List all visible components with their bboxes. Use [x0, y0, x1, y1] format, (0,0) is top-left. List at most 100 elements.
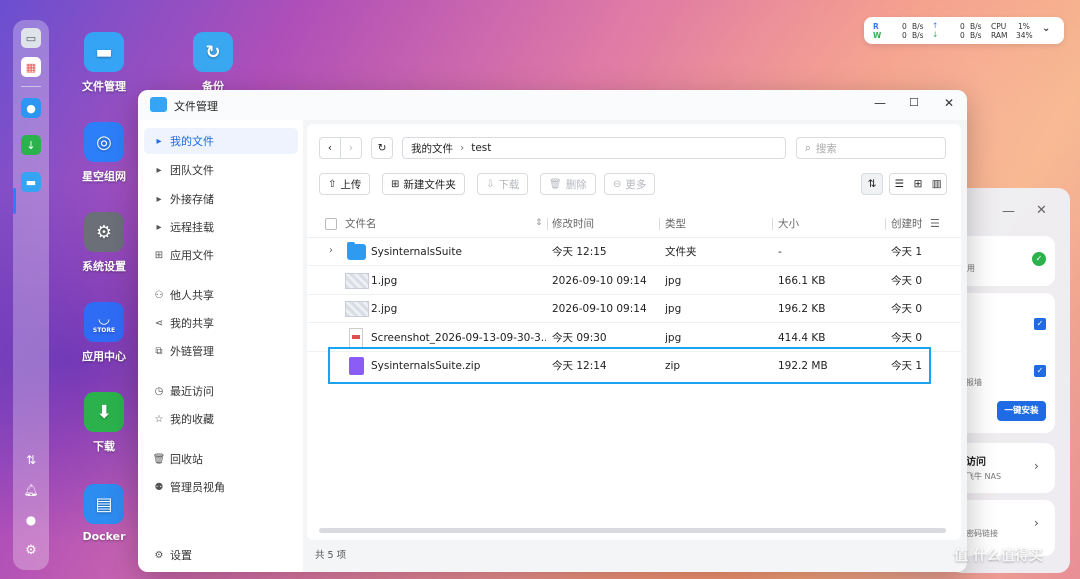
sidebar-item-my-shares[interactable]: ⋖ 我的共享	[144, 310, 298, 336]
settings-button[interactable]: ⚙ 设置	[144, 542, 298, 568]
more-button[interactable]: ⊖ 更多	[604, 173, 656, 195]
maximize-button[interactable]: ☐	[909, 96, 919, 109]
breadcrumb-item-current[interactable]: test	[471, 142, 491, 154]
highlight-box	[328, 347, 931, 384]
settings-gear-icon[interactable]: ⚙	[21, 540, 41, 560]
delete-button[interactable]: 🗑︎ 删除	[540, 173, 596, 195]
main-area: ‹ › ↻ 我的文件 › test ⌕ 搜索 ⇧ 上传 ⊞ 新建文件夹 ⇩ 下载 🗑︎…	[303, 120, 967, 572]
folder-icon	[347, 242, 366, 260]
sidebar-item-recent[interactable]: ◷ 最近访问	[144, 378, 298, 404]
column-header-type[interactable]: 类型	[665, 210, 686, 238]
breadcrumb-item-my-files[interactable]: 我的文件	[411, 141, 453, 156]
sidebar-item-label: 回收站	[170, 453, 203, 466]
image-thumbnail-icon	[345, 301, 369, 317]
desktop-icon-settings[interactable]: ⚙ 系统设置	[68, 212, 140, 274]
sidebar-item-admin-view[interactable]: ⚉ 管理员视角	[144, 474, 298, 500]
sidebar-item-remote-mount[interactable]: ▸ 远程挂载	[144, 214, 298, 240]
horizontal-scrollbar[interactable]	[319, 528, 946, 533]
minimize-icon[interactable]: —	[1002, 204, 1015, 219]
download-icon[interactable]: ↓	[21, 135, 41, 155]
close-button[interactable]: ✕	[944, 96, 954, 110]
store-icon: ◡ STORE	[84, 302, 124, 342]
bell-icon[interactable]: 🔔︎	[21, 480, 41, 500]
transfer-icon[interactable]: ⇅	[21, 450, 41, 470]
write-out-value: 0	[960, 31, 965, 40]
desktop-icon-label: 文件管理	[82, 80, 126, 93]
right-side-panel: — ✕ 用 ✓ ✓ ✓ 报墙 一键安装 访问 飞牛 NAS › 密码链接 ›	[950, 188, 1070, 573]
sort-button[interactable]: ⇅	[861, 173, 883, 195]
upload-button[interactable]: ⇧ 上传	[319, 173, 371, 195]
desktop-icon-label: 下载	[93, 440, 115, 453]
folder-icon[interactable]: ▬	[21, 172, 41, 192]
table-row[interactable]: 2.jpg 2026-09-10 09:14 jpg 196.2 KB 今天 0	[307, 295, 961, 323]
desktop-icon-file-manager[interactable]: ▬ 文件管理	[68, 32, 140, 94]
desktop-icon-download[interactable]: ⬇ 下载	[68, 392, 140, 454]
window-titlebar[interactable]: 文件管理 — ☐ ✕	[138, 90, 967, 120]
column-view-icon[interactable]: ▥	[927, 178, 946, 190]
checkbox-checked-icon[interactable]: ✓	[1034, 365, 1046, 377]
file-table: 文件名 ⇕ 修改时间 类型 大小 创建时 ☰ › SysinternalsSui…	[307, 210, 961, 410]
upload-arrow-icon: ↑	[932, 21, 939, 30]
gear-icon: ⚙	[154, 549, 164, 561]
file-size: 166.1 KB	[778, 275, 826, 287]
more-icon: ⊖	[613, 178, 622, 190]
desktop-icon-network[interactable]: ◎ 星空组网	[68, 122, 140, 184]
sidebar: ▸ 我的文件 ▸ 团队文件 ▸ 外接存储 ▸ 远程挂载 ⊞ 应用文件 ⚇ 他人共享 ⋖ 我的共…	[138, 120, 303, 572]
table-row[interactable]: 1.jpg 2026-09-10 09:14 jpg 166.1 KB 今天 0	[307, 267, 961, 295]
back-button[interactable]: ‹	[319, 137, 341, 159]
sidebar-item-app-files[interactable]: ⊞ 应用文件	[144, 242, 298, 268]
trash-icon: 🗑︎	[549, 178, 562, 190]
user-icon[interactable]: ●	[21, 510, 41, 530]
sidebar-item-recycle-bin[interactable]: 🗑︎ 回收站	[144, 446, 298, 472]
search-input[interactable]: ⌕ 搜索	[796, 137, 946, 159]
forward-button[interactable]: ›	[340, 137, 362, 159]
desktop-icon-docker[interactable]: ▤ Docker	[68, 484, 140, 543]
item-count: 共 5 项	[315, 550, 347, 561]
minimize-button[interactable]: —	[874, 96, 886, 110]
collapse-chevron-icon[interactable]: ⌄	[1042, 23, 1050, 34]
column-header-name[interactable]: 文件名	[345, 210, 377, 238]
new-folder-button[interactable]: ⊞ 新建文件夹	[382, 173, 465, 195]
sidebar-item-label: 外接存储	[170, 193, 214, 206]
list-view-icon[interactable]: ☰	[890, 178, 909, 190]
refresh-button[interactable]: ↻	[371, 137, 393, 159]
column-header-created[interactable]: 创建时	[891, 210, 923, 238]
checkbox-checked-icon[interactable]: ✓	[1034, 318, 1046, 330]
lightbulb-icon[interactable]: ●	[21, 98, 41, 118]
monitor-icon[interactable]: ▭	[21, 28, 41, 48]
network-monitor-widget: R W 0 B/s 0 B/s ↑ ↓ 0 B/s 0 B/s CPU RAM …	[864, 17, 1064, 44]
sidebar-item-link-management[interactable]: ⧉ 外链管理	[144, 338, 298, 364]
search-placeholder: 搜索	[815, 142, 837, 155]
sidebar-item-label: 我的收藏	[170, 413, 214, 426]
breadcrumb[interactable]: 我的文件 › test	[402, 137, 786, 159]
sidebar-item-external-storage[interactable]: ▸ 外接存储	[144, 186, 298, 212]
search-icon: ⌕	[805, 141, 811, 154]
close-icon[interactable]: ✕	[1036, 203, 1047, 218]
expand-chevron-icon[interactable]: ›	[329, 245, 333, 256]
select-all-checkbox[interactable]	[325, 218, 337, 230]
file-size: -	[778, 246, 782, 258]
chevron-right-icon[interactable]: ›	[1034, 516, 1039, 530]
caret-right-icon: ▸	[156, 193, 162, 205]
download-button[interactable]: ⇩ 下载	[477, 173, 529, 195]
grid-view-icon[interactable]: ⊞	[909, 178, 928, 190]
sidebar-item-favorites[interactable]: ☆ 我的收藏	[144, 406, 298, 432]
sidebar-item-label: 最近访问	[170, 385, 214, 398]
dock: ▭ ▦ ● ↓ ▬ ⇅ 🔔︎ ● ⚙	[13, 20, 49, 570]
table-row[interactable]: › SysinternalsSuite 今天 12:15 文件夹 - 今天 1	[307, 238, 961, 266]
column-header-size[interactable]: 大小	[778, 210, 799, 238]
one-click-install-button[interactable]: 一键安装	[997, 401, 1046, 421]
sidebar-item-team-files[interactable]: ▸ 团队文件	[144, 157, 298, 183]
desktop-icon-app-center[interactable]: ◡ STORE 应用中心	[68, 302, 140, 364]
chevron-right-icon[interactable]: ›	[1034, 459, 1039, 473]
panel-item-sub: 报墙	[966, 378, 982, 387]
column-settings-icon[interactable]: ☰	[930, 217, 940, 230]
apps-grid-icon[interactable]: ▦	[21, 57, 41, 77]
sidebar-item-label: 他人共享	[170, 289, 214, 302]
column-header-modified[interactable]: 修改时间	[552, 210, 594, 238]
sidebar-item-shared-with-me[interactable]: ⚇ 他人共享	[144, 282, 298, 308]
sidebar-item-my-files[interactable]: ▸ 我的文件	[144, 128, 298, 154]
read-out-value: 0	[960, 22, 965, 31]
sort-arrows-icon[interactable]: ⇕	[535, 218, 543, 228]
desktop-icon-backup[interactable]: ↻ 备份	[177, 32, 249, 94]
